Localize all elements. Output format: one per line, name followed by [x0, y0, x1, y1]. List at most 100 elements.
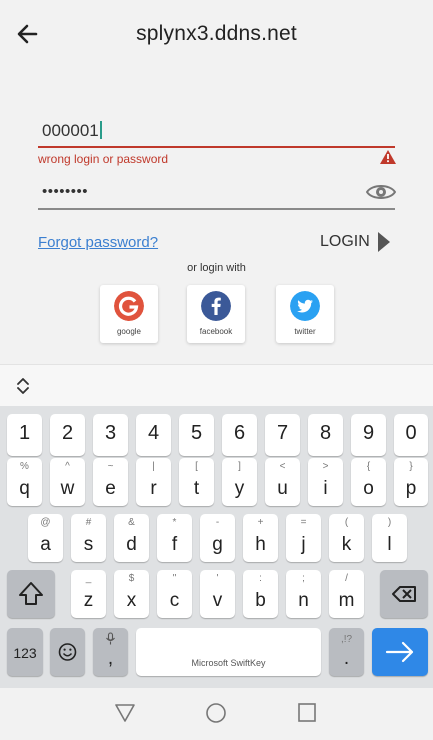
key[interactable]: = j	[286, 514, 321, 562]
key[interactable]: ] y	[222, 458, 257, 506]
period-key[interactable]: ,!?.	[329, 628, 364, 676]
key-sublabel: ]	[238, 461, 241, 472]
login-input[interactable]: 000001	[38, 114, 395, 148]
shift-icon	[19, 582, 43, 605]
shift-key[interactable]	[7, 570, 55, 618]
key[interactable]: ~ e	[93, 458, 128, 506]
key-sublabel: (	[344, 517, 349, 528]
key[interactable]: 3	[93, 414, 128, 456]
login-button[interactable]: LOGIN	[320, 230, 390, 254]
key[interactable]: / m	[329, 570, 364, 618]
key[interactable]: $ x	[114, 570, 149, 618]
facebook-label: facebook	[199, 327, 233, 336]
login-button-label: LOGIN	[320, 233, 370, 250]
show-password-toggle[interactable]	[365, 181, 397, 203]
key[interactable]: [t	[179, 458, 214, 506]
warning-icon	[380, 150, 396, 164]
key[interactable]: 6	[222, 414, 257, 456]
key-label: 8	[319, 422, 332, 444]
comma-key[interactable]: ,	[93, 628, 128, 676]
key-label: 2	[61, 422, 74, 444]
key-label: h	[255, 534, 266, 555]
key-label: 123	[13, 645, 37, 661]
key-sublabel: @	[40, 517, 51, 528]
twitter-label: twitter	[294, 327, 316, 336]
key[interactable]: 7	[265, 414, 300, 456]
key[interactable]: (k	[329, 514, 364, 562]
key-label: u	[277, 478, 288, 499]
back-nav-icon[interactable]	[115, 704, 135, 722]
key[interactable]: ' v	[200, 570, 235, 618]
key[interactable]: * f	[157, 514, 192, 562]
expand-toolbar-icon[interactable]	[16, 377, 30, 395]
key[interactable]: < u	[265, 458, 300, 506]
key-sublabel: '	[216, 573, 219, 584]
password-input[interactable]: ••••••••	[38, 176, 395, 210]
twitter-login-button[interactable]: twitter	[276, 285, 334, 343]
key-label: m	[338, 590, 355, 611]
key-label: f	[171, 534, 178, 555]
key-sublabel: _	[85, 573, 92, 584]
key[interactable]: @ a	[28, 514, 63, 562]
key[interactable]: # s	[71, 514, 106, 562]
key-sublabel: [	[195, 461, 198, 472]
key[interactable]: & d	[114, 514, 149, 562]
key[interactable]: + h	[243, 514, 278, 562]
recents-nav-icon[interactable]	[298, 703, 316, 722]
key-sublabel: $	[128, 573, 135, 584]
key-label: 9	[362, 422, 375, 444]
enter-key[interactable]	[372, 628, 428, 676]
backspace-key[interactable]	[380, 570, 428, 618]
key-label: 1	[18, 422, 31, 444]
microphone-icon	[106, 632, 115, 645]
key-label: y	[234, 478, 245, 499]
google-login-button[interactable]: google	[100, 285, 158, 343]
key[interactable]: % q	[7, 458, 42, 506]
key[interactable]: } p	[394, 458, 428, 506]
key-sublabel: <	[279, 461, 286, 472]
key-sublabel: ;	[302, 573, 305, 584]
key-label: c	[169, 590, 180, 611]
google-icon	[114, 291, 144, 321]
key-label: g	[212, 534, 223, 555]
key[interactable]: 1	[7, 414, 42, 456]
key-label: t	[193, 478, 200, 499]
key[interactable]: 8	[308, 414, 343, 456]
system-navigation-bar	[0, 688, 433, 740]
key-label: 0	[405, 422, 417, 444]
key[interactable]: 0	[394, 414, 428, 456]
key[interactable]: > i	[308, 458, 343, 506]
key[interactable]: " c	[157, 570, 192, 618]
key[interactable]: ^ w	[50, 458, 85, 506]
facebook-login-button[interactable]: facebook	[187, 285, 245, 343]
key-label: .	[343, 648, 350, 669]
numbers-key[interactable]: 123	[7, 628, 43, 676]
key-label: e	[105, 478, 116, 499]
key[interactable]: ) l	[372, 514, 407, 562]
key[interactable]: :b	[243, 570, 278, 618]
home-nav-icon[interactable]	[206, 703, 226, 723]
key[interactable]: ; n	[286, 570, 321, 618]
key[interactable]: 2	[50, 414, 85, 456]
key-label: d	[126, 534, 137, 555]
key[interactable]: 5	[179, 414, 214, 456]
key[interactable]: 9	[351, 414, 386, 456]
eye-icon	[365, 185, 397, 199]
key-label: v	[212, 590, 223, 611]
space-key[interactable]: Microsoft SwiftKey	[136, 628, 321, 676]
key-sublabel: %	[20, 461, 29, 472]
key[interactable]: {o	[351, 458, 386, 506]
key-sublabel: ,!?	[340, 634, 353, 645]
login-value: 000001	[42, 121, 102, 141]
key[interactable]: -g	[200, 514, 235, 562]
key-label: b	[255, 590, 266, 611]
key[interactable]: | r	[136, 458, 171, 506]
key[interactable]: 4	[136, 414, 171, 456]
key[interactable]: _ z	[71, 570, 106, 618]
key-sublabel: *	[172, 517, 177, 528]
forgot-password-link[interactable]: Forgot password?	[38, 234, 158, 251]
facebook-icon	[201, 291, 231, 321]
login-error-message: wrong login or password	[38, 152, 169, 166]
key-sublabel: -	[215, 517, 220, 528]
emoji-key[interactable]	[50, 628, 85, 676]
